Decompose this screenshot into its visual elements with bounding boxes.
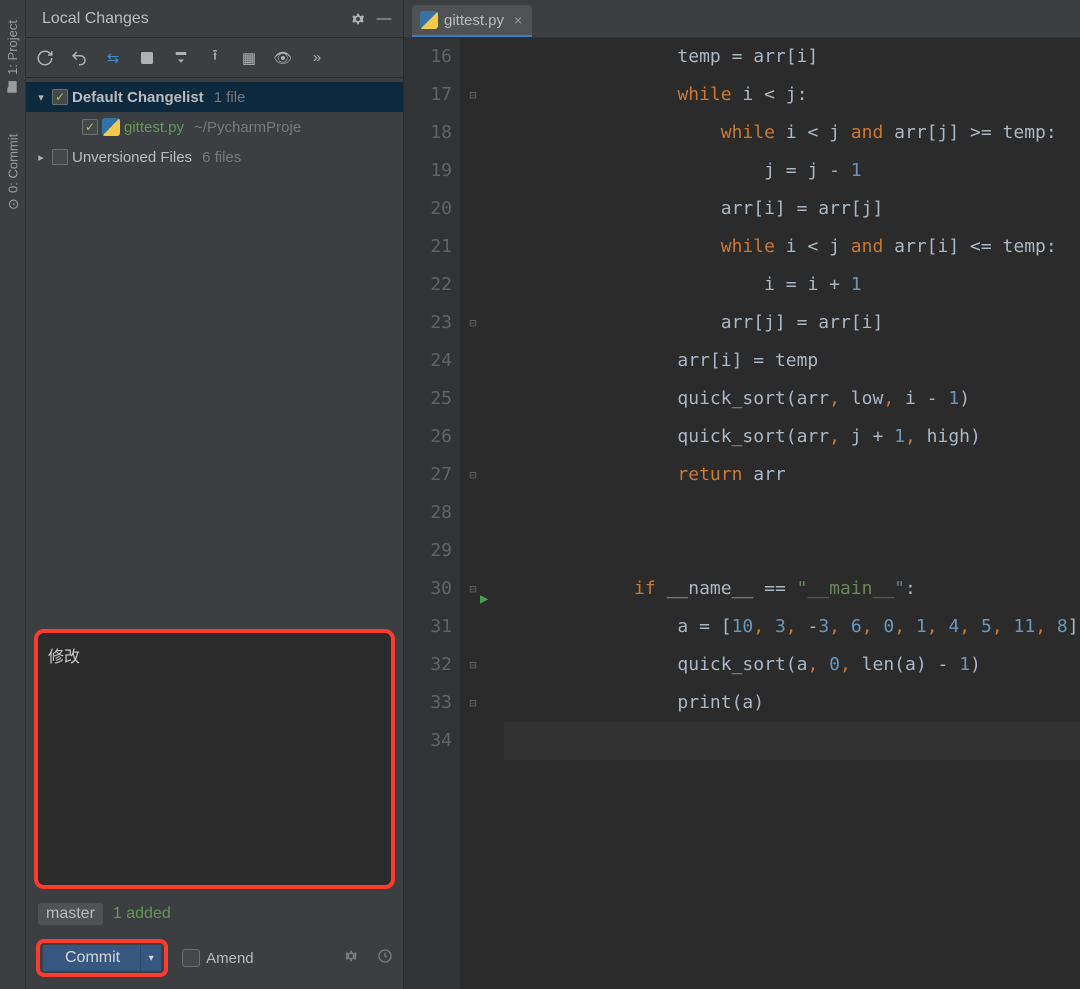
commit-button[interactable]: Commit [43, 945, 141, 971]
unshelve-icon[interactable]: ⭱ [204, 47, 226, 69]
amend-checkbox-label[interactable]: Amend [182, 949, 254, 967]
line-gutter: 16171819202122232425262728293031323334 [404, 38, 460, 989]
code-area[interactable]: 16171819202122232425262728293031323334 ⊟… [404, 38, 1080, 989]
changed-file-path: ~/PycharmProje [194, 119, 301, 136]
changelist-checkbox[interactable] [52, 89, 68, 105]
editor-tab-label: gittest.py [444, 12, 504, 29]
commit-dropdown-button[interactable]: ▾ [141, 945, 161, 971]
refresh-icon[interactable] [34, 47, 56, 69]
panel-header: Local Changes — [26, 0, 403, 38]
file-checkbox[interactable] [82, 119, 98, 135]
unversioned-checkbox[interactable] [52, 149, 68, 165]
unversioned-meta: 6 files [202, 149, 241, 166]
more-icon[interactable]: » [306, 47, 328, 69]
diff-icon[interactable]: ⇆ [102, 47, 124, 69]
tool-project-label: 1: Project [5, 20, 20, 75]
amend-checkbox[interactable] [182, 949, 200, 967]
python-file-icon [102, 118, 120, 136]
commit-actions-row: Commit ▾ Amend [26, 933, 403, 989]
added-count: 1 added [113, 905, 171, 923]
changes-toolbar: ⇆ ⭱ ▦ 👁 » [26, 38, 403, 78]
branch-tag[interactable]: master [38, 903, 103, 925]
tool-commit-button[interactable]: ⊙ 0: Commit [5, 134, 21, 210]
changelist-meta: 1 file [214, 89, 246, 106]
editor-panel: gittest.py × 161718192021222324252627282… [404, 0, 1080, 989]
unversioned-label: Unversioned Files [72, 149, 192, 166]
commit-message-input[interactable] [34, 629, 395, 889]
tool-window-strip: 1: Project ⊙ 0: Commit [0, 0, 26, 989]
minimize-icon[interactable]: — [375, 10, 393, 28]
changelist-label: Default Changelist [72, 89, 204, 106]
python-file-icon [420, 11, 438, 29]
close-tab-icon[interactable]: × [514, 12, 522, 28]
preview-icon[interactable]: 👁 [272, 47, 294, 69]
tool-commit-label: 0: Commit [5, 134, 20, 193]
run-icon[interactable]: ▶ [480, 580, 488, 618]
gear-icon[interactable] [343, 948, 359, 968]
tree-spacer [26, 176, 403, 623]
chevron-down-icon[interactable]: ▾ [34, 91, 48, 104]
changes-tree: ▾ Default Changelist 1 file gittest.py ~… [26, 78, 403, 176]
changelist-default-row[interactable]: ▾ Default Changelist 1 file [26, 82, 403, 112]
rollback-icon[interactable] [68, 47, 90, 69]
group-icon[interactable]: ▦ [238, 47, 260, 69]
history-icon[interactable] [377, 948, 393, 968]
fold-column: ⊟⊟⊟⊟▶⊟⊟ [460, 38, 500, 989]
chevron-right-icon[interactable]: ▸ [34, 151, 48, 164]
gear-icon[interactable] [349, 10, 367, 28]
editor-tab[interactable]: gittest.py × [412, 5, 532, 37]
changed-file-name: gittest.py [124, 119, 184, 136]
changelist-icon[interactable] [136, 47, 158, 69]
tool-project-button[interactable]: 1: Project [5, 20, 20, 94]
panel-title: Local Changes [42, 10, 341, 28]
amend-label: Amend [206, 950, 254, 967]
unversioned-row[interactable]: ▸ Unversioned Files 6 files [26, 142, 403, 172]
commit-status-line: master 1 added [26, 895, 403, 933]
editor-tabs: gittest.py × [404, 0, 1080, 38]
commit-tool-window: Local Changes — ⇆ ⭱ ▦ 👁 » ▾ Default Chan… [26, 0, 404, 989]
shelve-icon[interactable] [170, 47, 192, 69]
code-text[interactable]: temp = arr[i] while i < j: while i < j a… [500, 38, 1080, 989]
changed-file-row[interactable]: gittest.py ~/PycharmProje [26, 112, 403, 142]
